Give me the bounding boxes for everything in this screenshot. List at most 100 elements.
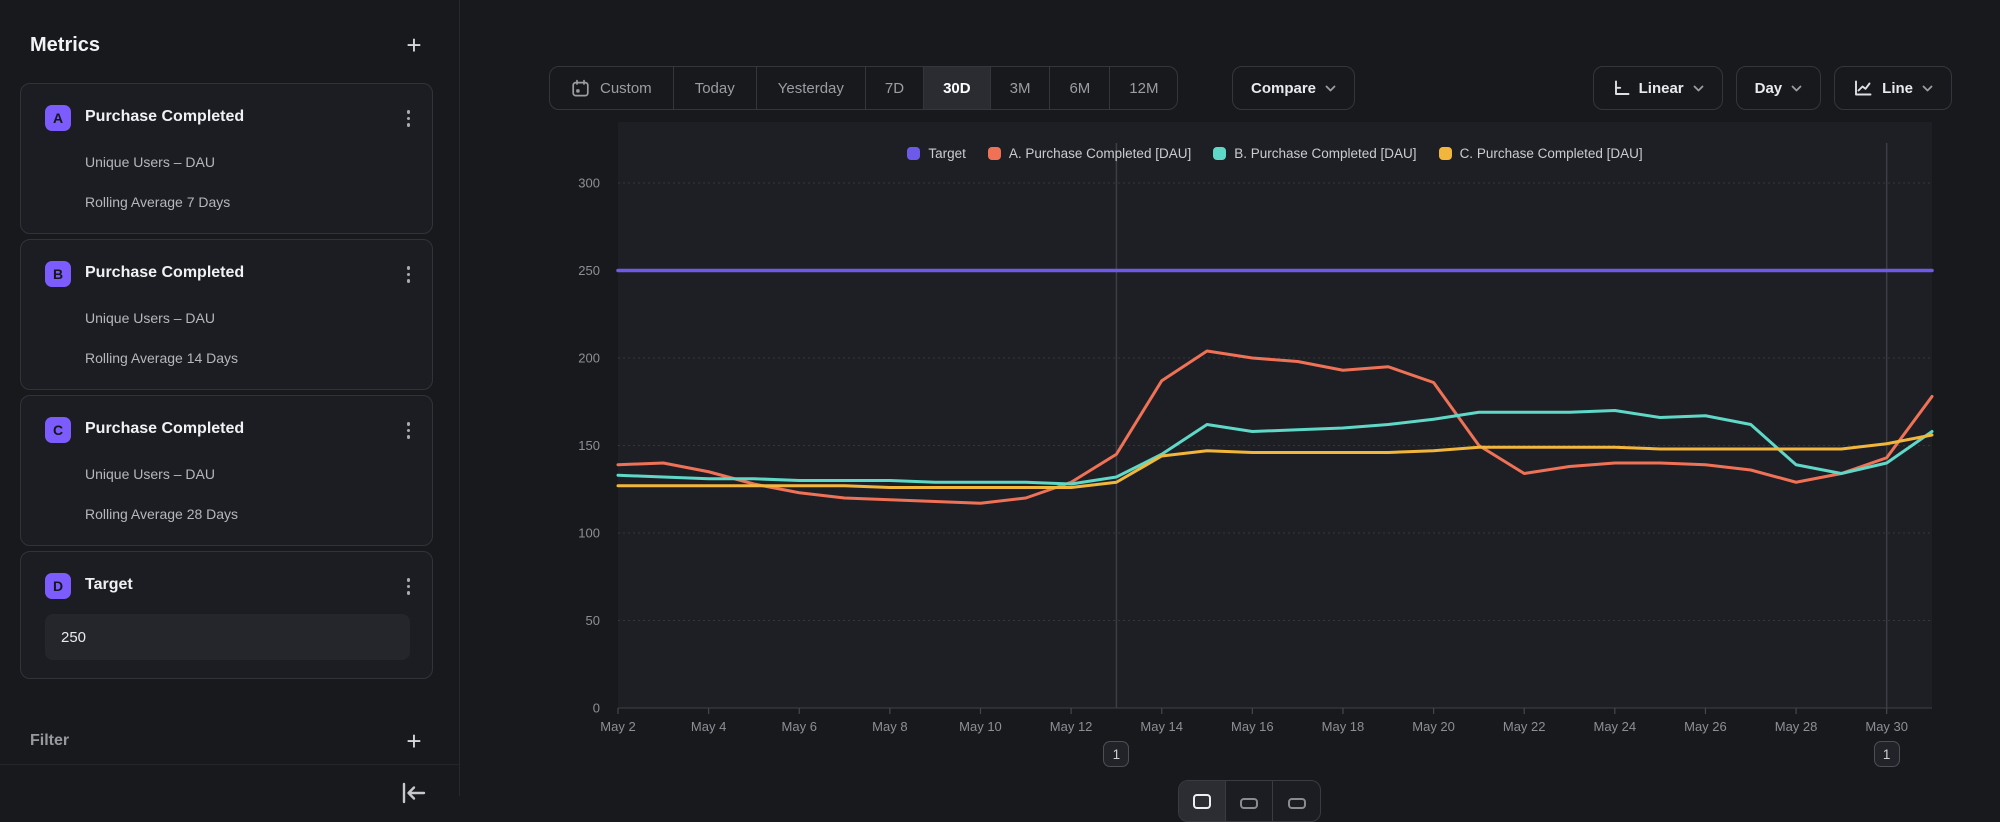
chart-view-icon bbox=[1193, 794, 1211, 809]
range-12m[interactable]: 12M bbox=[1110, 67, 1177, 109]
x-axis-label: May 16 bbox=[1231, 719, 1274, 734]
filter-title: Filter bbox=[30, 732, 69, 750]
metric-title: Purchase Completed bbox=[85, 420, 244, 438]
plus-icon: + bbox=[406, 32, 421, 58]
add-filter-button[interactable]: + bbox=[399, 726, 429, 756]
legend-label: A. Purchase Completed [DAU] bbox=[1009, 146, 1191, 161]
chevron-down-icon bbox=[1922, 85, 1933, 92]
metrics-header: Metrics + bbox=[30, 30, 429, 60]
x-axis-label: May 26 bbox=[1684, 719, 1727, 734]
legend-label: B. Purchase Completed [DAU] bbox=[1234, 146, 1416, 161]
plus-icon: + bbox=[406, 728, 421, 754]
chart-legend: Target A. Purchase Completed [DAU] B. Pu… bbox=[618, 146, 1932, 161]
legend-item-target[interactable]: Target bbox=[907, 146, 966, 161]
range-label: Custom bbox=[600, 80, 652, 97]
y-axis-label: 50 bbox=[586, 613, 600, 628]
interval-button[interactable]: Day bbox=[1736, 66, 1822, 110]
range-label: 3M bbox=[1010, 80, 1031, 97]
chart-type-label: Line bbox=[1882, 80, 1913, 97]
chart-settings-controls: Linear Day Line bbox=[1593, 66, 1952, 110]
range-7d[interactable]: 7D bbox=[866, 67, 924, 109]
legend-label: Target bbox=[928, 146, 966, 161]
interval-label: Day bbox=[1755, 80, 1783, 97]
legend-swatch bbox=[1213, 147, 1226, 160]
legend-swatch bbox=[907, 147, 920, 160]
range-label: 6M bbox=[1069, 80, 1090, 97]
annotation-marker[interactable]: 1 bbox=[1874, 741, 1900, 767]
legend-swatch bbox=[988, 147, 1001, 160]
x-axis-label: May 12 bbox=[1050, 719, 1093, 734]
x-axis-label: May 14 bbox=[1140, 719, 1183, 734]
view-toggle-chart[interactable] bbox=[1179, 781, 1226, 821]
range-custom[interactable]: Custom bbox=[550, 67, 674, 109]
target-value-input[interactable] bbox=[45, 614, 410, 660]
chevron-down-icon bbox=[1693, 85, 1704, 92]
metric-badge-a: A bbox=[45, 105, 71, 131]
y-axis-label: 150 bbox=[578, 438, 600, 453]
filter-header: Filter + bbox=[30, 726, 429, 756]
range-today[interactable]: Today bbox=[674, 67, 757, 109]
divider bbox=[0, 764, 459, 765]
metric-badge-d: D bbox=[45, 573, 71, 599]
metric-measure[interactable]: Unique Users – DAU bbox=[85, 466, 215, 482]
metric-title: Purchase Completed bbox=[85, 264, 244, 282]
collapse-left-icon bbox=[396, 780, 430, 810]
calendar-icon bbox=[571, 79, 590, 98]
metric-badge-b: B bbox=[45, 261, 71, 287]
range-3m[interactable]: 3M bbox=[991, 67, 1051, 109]
x-axis-label: May 22 bbox=[1503, 719, 1546, 734]
metric-rolling-average[interactable]: Rolling Average 7 Days bbox=[85, 194, 230, 210]
target-title: Target bbox=[85, 576, 133, 594]
kebab-menu-icon[interactable] bbox=[403, 262, 415, 287]
chart-type-button[interactable]: Line bbox=[1834, 66, 1952, 110]
scale-button[interactable]: Linear bbox=[1593, 66, 1723, 110]
chevron-down-icon bbox=[1325, 85, 1336, 92]
legend-item-a[interactable]: A. Purchase Completed [DAU] bbox=[988, 146, 1191, 161]
kebab-menu-icon[interactable] bbox=[403, 106, 415, 131]
annotation-marker[interactable]: 1 bbox=[1103, 741, 1129, 767]
target-card: D Target bbox=[20, 551, 433, 679]
x-axis-label: May 28 bbox=[1775, 719, 1818, 734]
legend-item-b[interactable]: B. Purchase Completed [DAU] bbox=[1213, 146, 1416, 161]
line-chart[interactable]: 050100150200250300May 2May 4May 6May 8Ma… bbox=[460, 0, 2000, 796]
split-view-icon bbox=[1240, 798, 1258, 809]
x-axis-label: May 30 bbox=[1865, 719, 1908, 734]
x-axis-label: May 20 bbox=[1412, 719, 1455, 734]
range-label: 12M bbox=[1129, 80, 1158, 97]
range-30d[interactable]: 30D bbox=[924, 67, 991, 109]
metrics-title: Metrics bbox=[30, 34, 100, 57]
range-yesterday[interactable]: Yesterday bbox=[757, 67, 866, 109]
linear-axis-icon bbox=[1612, 79, 1630, 97]
kebab-menu-icon[interactable] bbox=[403, 574, 415, 599]
range-label: 7D bbox=[885, 80, 904, 97]
view-toggle-table[interactable] bbox=[1273, 781, 1320, 821]
metric-measure[interactable]: Unique Users – DAU bbox=[85, 154, 215, 170]
metric-measure[interactable]: Unique Users – DAU bbox=[85, 310, 215, 326]
legend-label: C. Purchase Completed [DAU] bbox=[1460, 146, 1643, 161]
metric-card-b: B Purchase Completed Unique Users – DAU … bbox=[20, 239, 433, 390]
legend-item-c[interactable]: C. Purchase Completed [DAU] bbox=[1439, 146, 1643, 161]
y-axis-label: 300 bbox=[578, 176, 600, 191]
view-toggle-split[interactable] bbox=[1226, 781, 1273, 821]
y-axis-label: 100 bbox=[578, 526, 600, 541]
x-axis-label: May 4 bbox=[691, 719, 726, 734]
x-axis-label: May 18 bbox=[1322, 719, 1365, 734]
range-6m[interactable]: 6M bbox=[1050, 67, 1110, 109]
compare-button[interactable]: Compare bbox=[1232, 66, 1355, 110]
metric-rolling-average[interactable]: Rolling Average 28 Days bbox=[85, 506, 238, 522]
compare-label: Compare bbox=[1251, 80, 1316, 97]
metric-title: Purchase Completed bbox=[85, 108, 244, 126]
chevron-down-icon bbox=[1791, 85, 1802, 92]
legend-swatch bbox=[1439, 147, 1452, 160]
add-metric-button[interactable]: + bbox=[399, 30, 429, 60]
y-axis-label: 0 bbox=[593, 701, 600, 716]
x-axis-label: May 10 bbox=[959, 719, 1002, 734]
range-label: Yesterday bbox=[778, 80, 844, 97]
collapse-sidebar-button[interactable] bbox=[396, 780, 430, 810]
kebab-menu-icon[interactable] bbox=[403, 418, 415, 443]
metric-card-a: A Purchase Completed Unique Users – DAU … bbox=[20, 83, 433, 234]
metric-badge-c: C bbox=[45, 417, 71, 443]
x-axis-label: May 6 bbox=[782, 719, 817, 734]
metric-rolling-average[interactable]: Rolling Average 14 Days bbox=[85, 350, 238, 366]
range-label: Today bbox=[695, 80, 735, 97]
